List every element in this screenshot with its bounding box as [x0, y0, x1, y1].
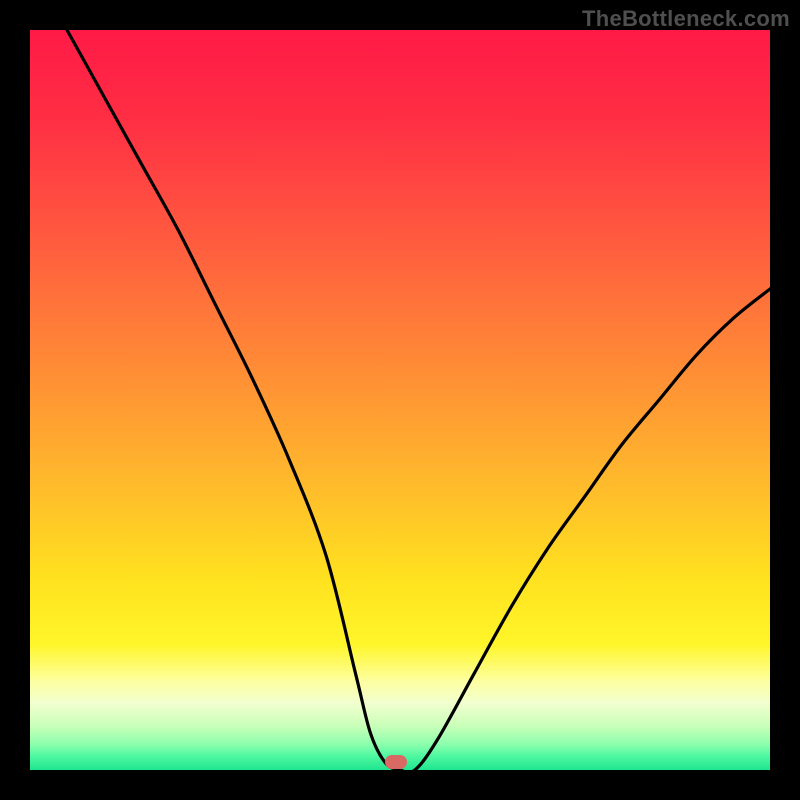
- outer-frame: TheBottleneck.com: [0, 0, 800, 800]
- minimum-marker: [385, 755, 407, 769]
- watermark-label: TheBottleneck.com: [582, 6, 790, 32]
- bottleneck-curve: [30, 30, 770, 770]
- plot-area: [30, 30, 770, 770]
